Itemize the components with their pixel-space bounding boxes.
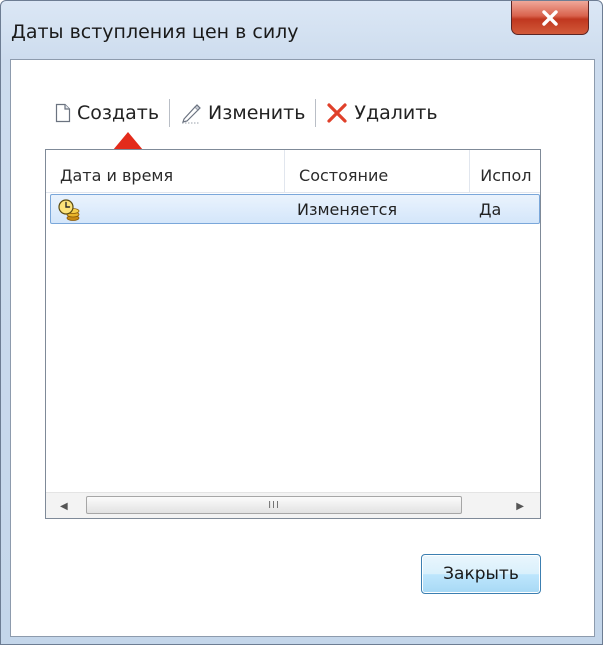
window-close-button[interactable] — [511, 1, 589, 35]
row-cell-date — [51, 195, 287, 223]
close-icon — [542, 9, 558, 26]
dialog-content: Создать Изменить Удалить Дата и время Со… — [10, 59, 595, 637]
scroll-left-icon[interactable]: ◀ — [60, 501, 68, 512]
clock-coins-icon — [58, 199, 80, 221]
close-button[interactable]: Закрыть — [421, 554, 541, 594]
window-title: Даты вступления цен в силу — [11, 21, 299, 43]
create-button[interactable]: Создать — [51, 102, 163, 124]
scroll-right-icon[interactable]: ▶ — [516, 501, 524, 512]
toolbar: Создать Изменить Удалить — [51, 98, 442, 128]
column-header-used[interactable]: Испол — [470, 150, 540, 192]
dialog-window: Даты вступления цен в силу Создать Измен… — [0, 0, 603, 645]
column-header-date[interactable]: Дата и время — [46, 150, 286, 192]
edit-button[interactable]: Изменить — [176, 102, 309, 124]
pencil-icon — [182, 104, 201, 124]
title-bar[interactable]: Даты вступления цен в силу — [1, 1, 602, 59]
horizontal-scrollbar[interactable]: ◀ III ▶ — [46, 492, 540, 518]
toolbar-separator — [169, 99, 171, 127]
table-row[interactable]: Изменяется Да — [50, 194, 540, 224]
delete-button-label: Удалить — [354, 102, 438, 124]
dates-list[interactable]: Дата и время Состояние Испол Изменяется — [45, 149, 541, 519]
scrollbar-thumb[interactable]: III — [86, 496, 462, 514]
create-button-label: Создать — [77, 102, 160, 124]
edit-button-label: Изменить — [208, 102, 306, 124]
row-used: Да — [479, 200, 502, 219]
row-status: Изменяется — [297, 200, 398, 219]
list-header: Дата и время Состояние Испол — [46, 150, 540, 193]
delete-x-icon — [327, 103, 348, 123]
toolbar-separator — [315, 99, 317, 127]
column-header-status[interactable]: Состояние — [285, 150, 471, 192]
delete-button[interactable]: Удалить — [322, 102, 441, 124]
document-icon — [55, 103, 71, 123]
scrollbar-grip: III — [268, 499, 280, 511]
